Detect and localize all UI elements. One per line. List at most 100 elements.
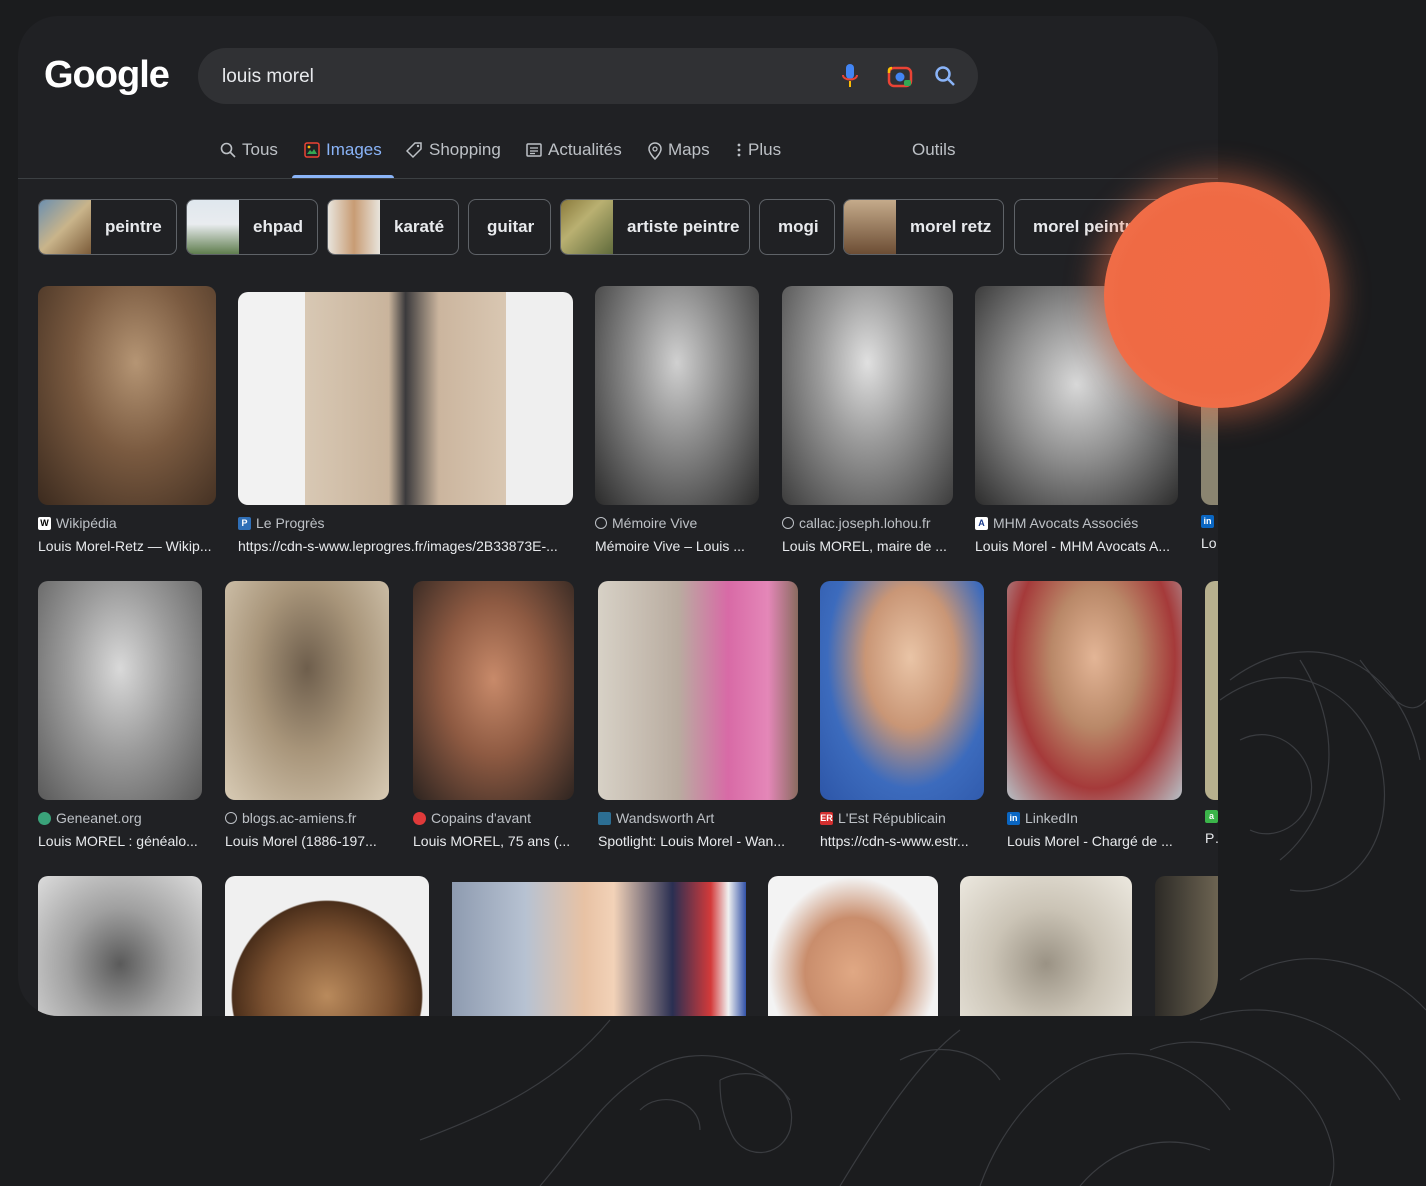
map-pin-icon [648, 142, 662, 160]
amazon-icon: a [1205, 810, 1218, 823]
chip-morel-retz[interactable]: morel retz [843, 199, 1004, 255]
result-source: Mémoire Vive [612, 515, 698, 531]
tab-shopping[interactable]: Shopping [406, 140, 501, 178]
search-bar[interactable] [198, 48, 978, 106]
image-result[interactable]: a Po [1205, 581, 1218, 846]
chip-thumbnail [39, 200, 91, 254]
le-progres-icon: P [238, 516, 251, 530]
image-icon [304, 142, 320, 158]
chip-ehpad[interactable]: ehpad [186, 199, 318, 255]
linkedin-icon: in [1201, 515, 1214, 528]
microphone-icon[interactable] [836, 62, 864, 90]
result-title[interactable]: Louis MOREL : généalo... [38, 833, 202, 849]
result-thumbnail[interactable] [768, 876, 938, 1016]
image-result[interactable] [768, 876, 938, 1016]
result-thumbnail[interactable] [238, 292, 573, 505]
tab-actualites[interactable]: Actualités [526, 140, 622, 178]
result-thumbnail[interactable] [225, 581, 389, 800]
result-title[interactable]: Louis MOREL, maire de ... [782, 538, 953, 554]
result-source: Copains d'avant [431, 810, 531, 826]
result-source: callac.joseph.lohou.fr [799, 515, 931, 531]
result-title[interactable]: Lo [1201, 535, 1218, 551]
result-source: Wikipédia [56, 515, 117, 531]
image-result[interactable]: ER L'Est Républicain https://cdn-s-www.es… [820, 581, 984, 849]
chip-guitar[interactable]: guitar [468, 199, 551, 255]
search-input[interactable] [220, 48, 804, 106]
result-source: MHM Avocats Associés [993, 515, 1139, 531]
chip-artiste-peintre[interactable]: artiste peintre [560, 199, 750, 255]
image-result[interactable]: callac.joseph.lohou.fr Louis MOREL, mair… [782, 286, 953, 554]
image-result[interactable]: W Wikipédia Louis Morel-Retz — Wikip... [38, 286, 216, 554]
chip-thumbnail [561, 200, 613, 254]
chip-peintre[interactable]: peintre [38, 199, 177, 255]
result-title[interactable]: Mémoire Vive – Louis ... [595, 538, 759, 554]
tab-label: Maps [668, 140, 710, 159]
result-thumbnail[interactable] [595, 286, 759, 505]
chip-karate[interactable]: karaté [327, 199, 459, 255]
image-result[interactable]: Geneanet.org Louis MOREL : généalo... [38, 581, 202, 849]
wikipedia-icon: W [38, 516, 51, 530]
result-thumbnail[interactable] [413, 581, 574, 800]
image-result[interactable] [452, 882, 746, 1016]
image-result[interactable]: in LinkedIn Louis Morel - Chargé de ... [1007, 581, 1182, 849]
tab-images[interactable]: Images [292, 140, 394, 178]
est-republicain-icon: ER [820, 811, 833, 825]
tab-maps[interactable]: Maps [648, 140, 710, 178]
tab-tous[interactable]: Tous [220, 140, 278, 178]
copains-davant-icon [413, 811, 426, 825]
mhm-avocats-icon: A [975, 516, 988, 530]
result-title[interactable]: Po [1205, 830, 1218, 846]
wandsworth-art-icon [598, 811, 611, 825]
image-result[interactable]: Mémoire Vive Mémoire Vive – Louis ... [595, 286, 759, 554]
cursor-highlight [1104, 182, 1330, 408]
tab-plus[interactable]: Plus [736, 140, 781, 178]
image-result[interactable] [960, 876, 1132, 1016]
chip-thumbnail [844, 200, 896, 254]
result-title[interactable]: Louis Morel - Chargé de ... [1007, 833, 1182, 849]
image-result[interactable]: Wandsworth Art Spotlight: Louis Morel - … [598, 581, 798, 849]
newspaper-icon [526, 143, 542, 157]
tools-label: Outils [912, 140, 956, 159]
result-title[interactable]: Louis MOREL, 75 ans (... [413, 833, 574, 849]
chip-label: guitar [487, 217, 535, 236]
tools-button[interactable]: Outils [912, 140, 955, 178]
result-thumbnail[interactable] [1205, 581, 1218, 800]
search-icon[interactable] [931, 62, 959, 90]
chip-label: mogi [778, 217, 819, 236]
chip-label: artiste peintre [627, 217, 740, 236]
tab-label: Actualités [548, 140, 622, 159]
google-logo[interactable]: Google [44, 54, 170, 97]
image-result[interactable] [1155, 876, 1218, 1016]
linkedin-icon: in [1007, 811, 1020, 825]
result-source: Geneanet.org [56, 810, 142, 826]
result-source: blogs.ac-amiens.fr [242, 810, 357, 826]
image-result[interactable]: P Le Progrès https://cdn-s-www.leprogres.… [238, 286, 573, 554]
result-thumbnail[interactable] [225, 876, 429, 1016]
result-thumbnail[interactable] [782, 286, 953, 505]
result-thumbnail[interactable] [452, 882, 746, 1016]
result-thumbnail[interactable] [38, 286, 216, 505]
result-thumbnail[interactable] [38, 581, 202, 800]
result-thumbnail[interactable] [1007, 581, 1182, 800]
chip-label: ehpad [253, 217, 304, 236]
image-result[interactable] [38, 876, 202, 1016]
result-thumbnail[interactable] [38, 876, 202, 1016]
result-thumbnail[interactable] [598, 581, 798, 800]
result-title[interactable]: Louis Morel-Retz — Wikip... [38, 538, 216, 554]
image-result[interactable]: Copains d'avant Louis MOREL, 75 ans (... [413, 581, 574, 849]
chip-mogi[interactable]: mogi [759, 199, 835, 255]
result-source: L'Est Républicain [838, 810, 946, 826]
result-thumbnail[interactable] [960, 876, 1132, 1016]
result-title[interactable]: Louis Morel (1886-197... [225, 833, 389, 849]
image-result[interactable] [225, 876, 429, 1016]
result-thumbnail[interactable] [1155, 876, 1218, 1016]
camera-lens-icon[interactable] [886, 62, 914, 90]
result-title[interactable]: https://cdn-s-www.estr... [820, 833, 984, 849]
result-title[interactable]: Spotlight: Louis Morel - Wan... [598, 833, 798, 849]
result-thumbnail[interactable] [820, 581, 984, 800]
chip-label: morel retz [910, 217, 992, 236]
globe-icon [225, 812, 237, 824]
result-title[interactable]: https://cdn-s-www.leprogres.fr/images/2B… [238, 538, 573, 554]
result-title[interactable]: Louis Morel - MHM Avocats A... [975, 538, 1178, 554]
image-result[interactable]: blogs.ac-amiens.fr Louis Morel (1886-197… [225, 581, 389, 849]
